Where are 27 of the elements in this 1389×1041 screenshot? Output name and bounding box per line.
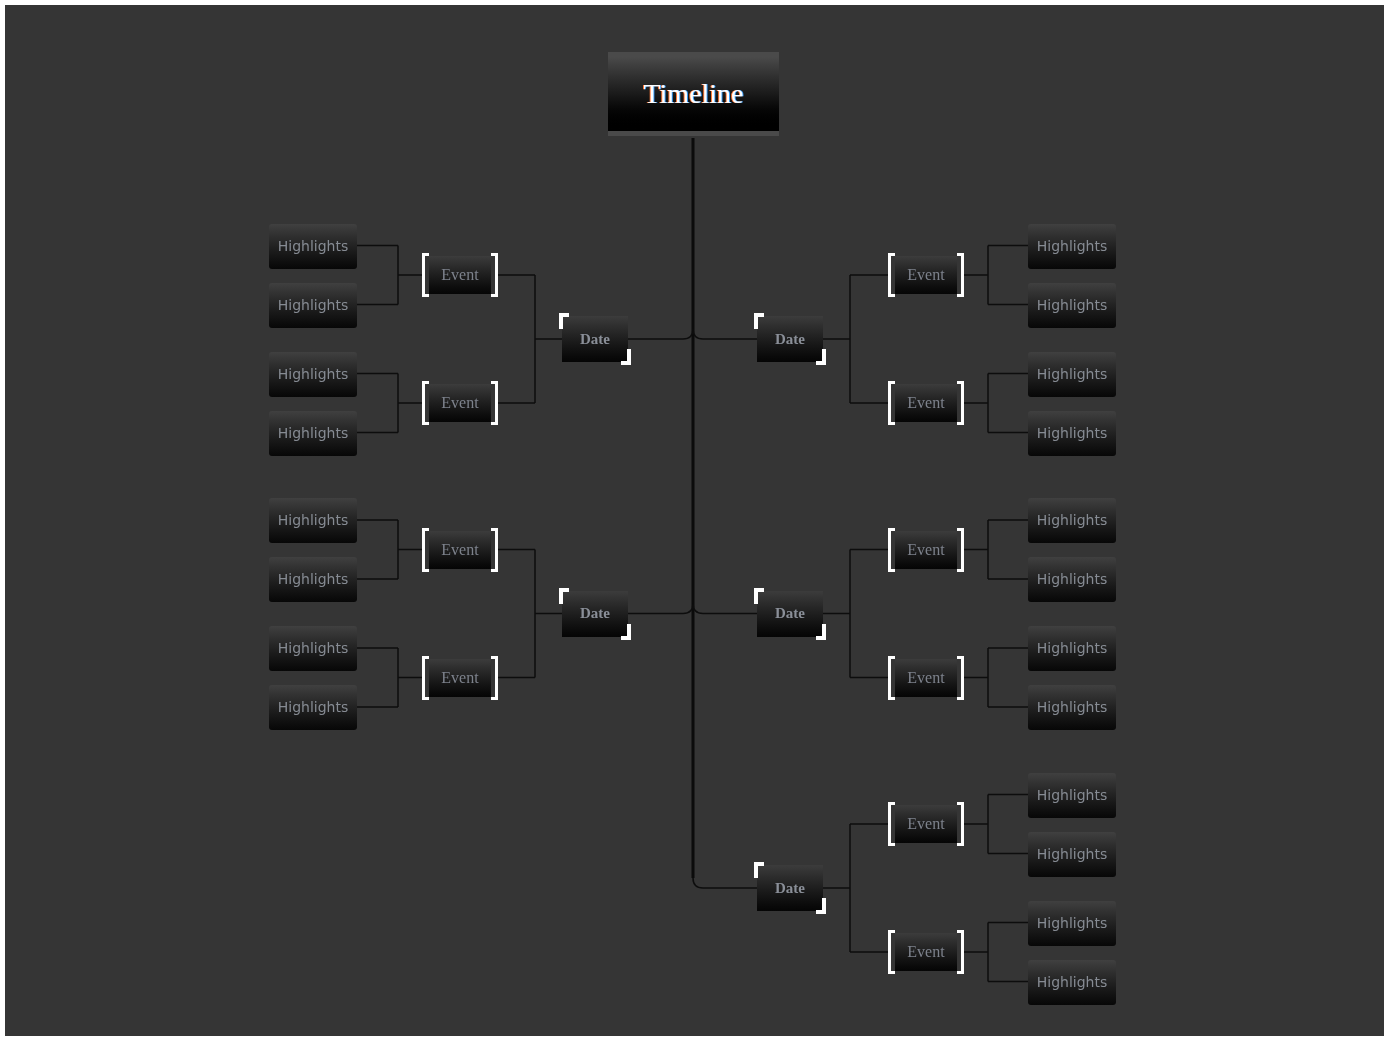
connector-line: [692, 877, 758, 889]
root-node[interactable]: Timeline: [608, 52, 779, 136]
date-node[interactable]: Date: [754, 313, 826, 365]
highlight-node[interactable]: Highlights: [1028, 959, 1116, 1005]
highlight-node[interactable]: Highlights: [269, 498, 357, 543]
highlight-node[interactable]: Highlights: [269, 557, 357, 602]
highlight-node[interactable]: Highlights: [1028, 557, 1116, 602]
highlight-node[interactable]: Highlights: [269, 626, 357, 671]
date-node[interactable]: Date: [559, 313, 631, 365]
highlight-node[interactable]: Highlights: [269, 223, 357, 269]
highlight-node[interactable]: Highlights: [1028, 410, 1116, 456]
date-node[interactable]: Date: [754, 587, 826, 640]
highlight-node[interactable]: Highlights: [269, 282, 357, 328]
highlight-node[interactable]: Highlights: [269, 685, 357, 730]
highlight-node[interactable]: Highlights: [1028, 351, 1116, 397]
highlight-node[interactable]: Highlights: [1028, 498, 1116, 543]
date-node[interactable]: Date: [754, 862, 826, 914]
highlight-node[interactable]: Highlights: [1028, 900, 1116, 946]
date-node[interactable]: Date: [559, 587, 631, 640]
highlight-node[interactable]: Highlights: [1028, 282, 1116, 328]
highlight-node[interactable]: Highlights: [1028, 685, 1116, 730]
highlight-node[interactable]: Highlights: [1028, 772, 1116, 818]
highlight-node[interactable]: Highlights: [1028, 831, 1116, 877]
highlight-node[interactable]: Highlights: [269, 351, 357, 397]
highlight-node[interactable]: Highlights: [269, 410, 357, 456]
highlight-node[interactable]: Highlights: [1028, 223, 1116, 269]
highlight-node[interactable]: Highlights: [1028, 626, 1116, 671]
